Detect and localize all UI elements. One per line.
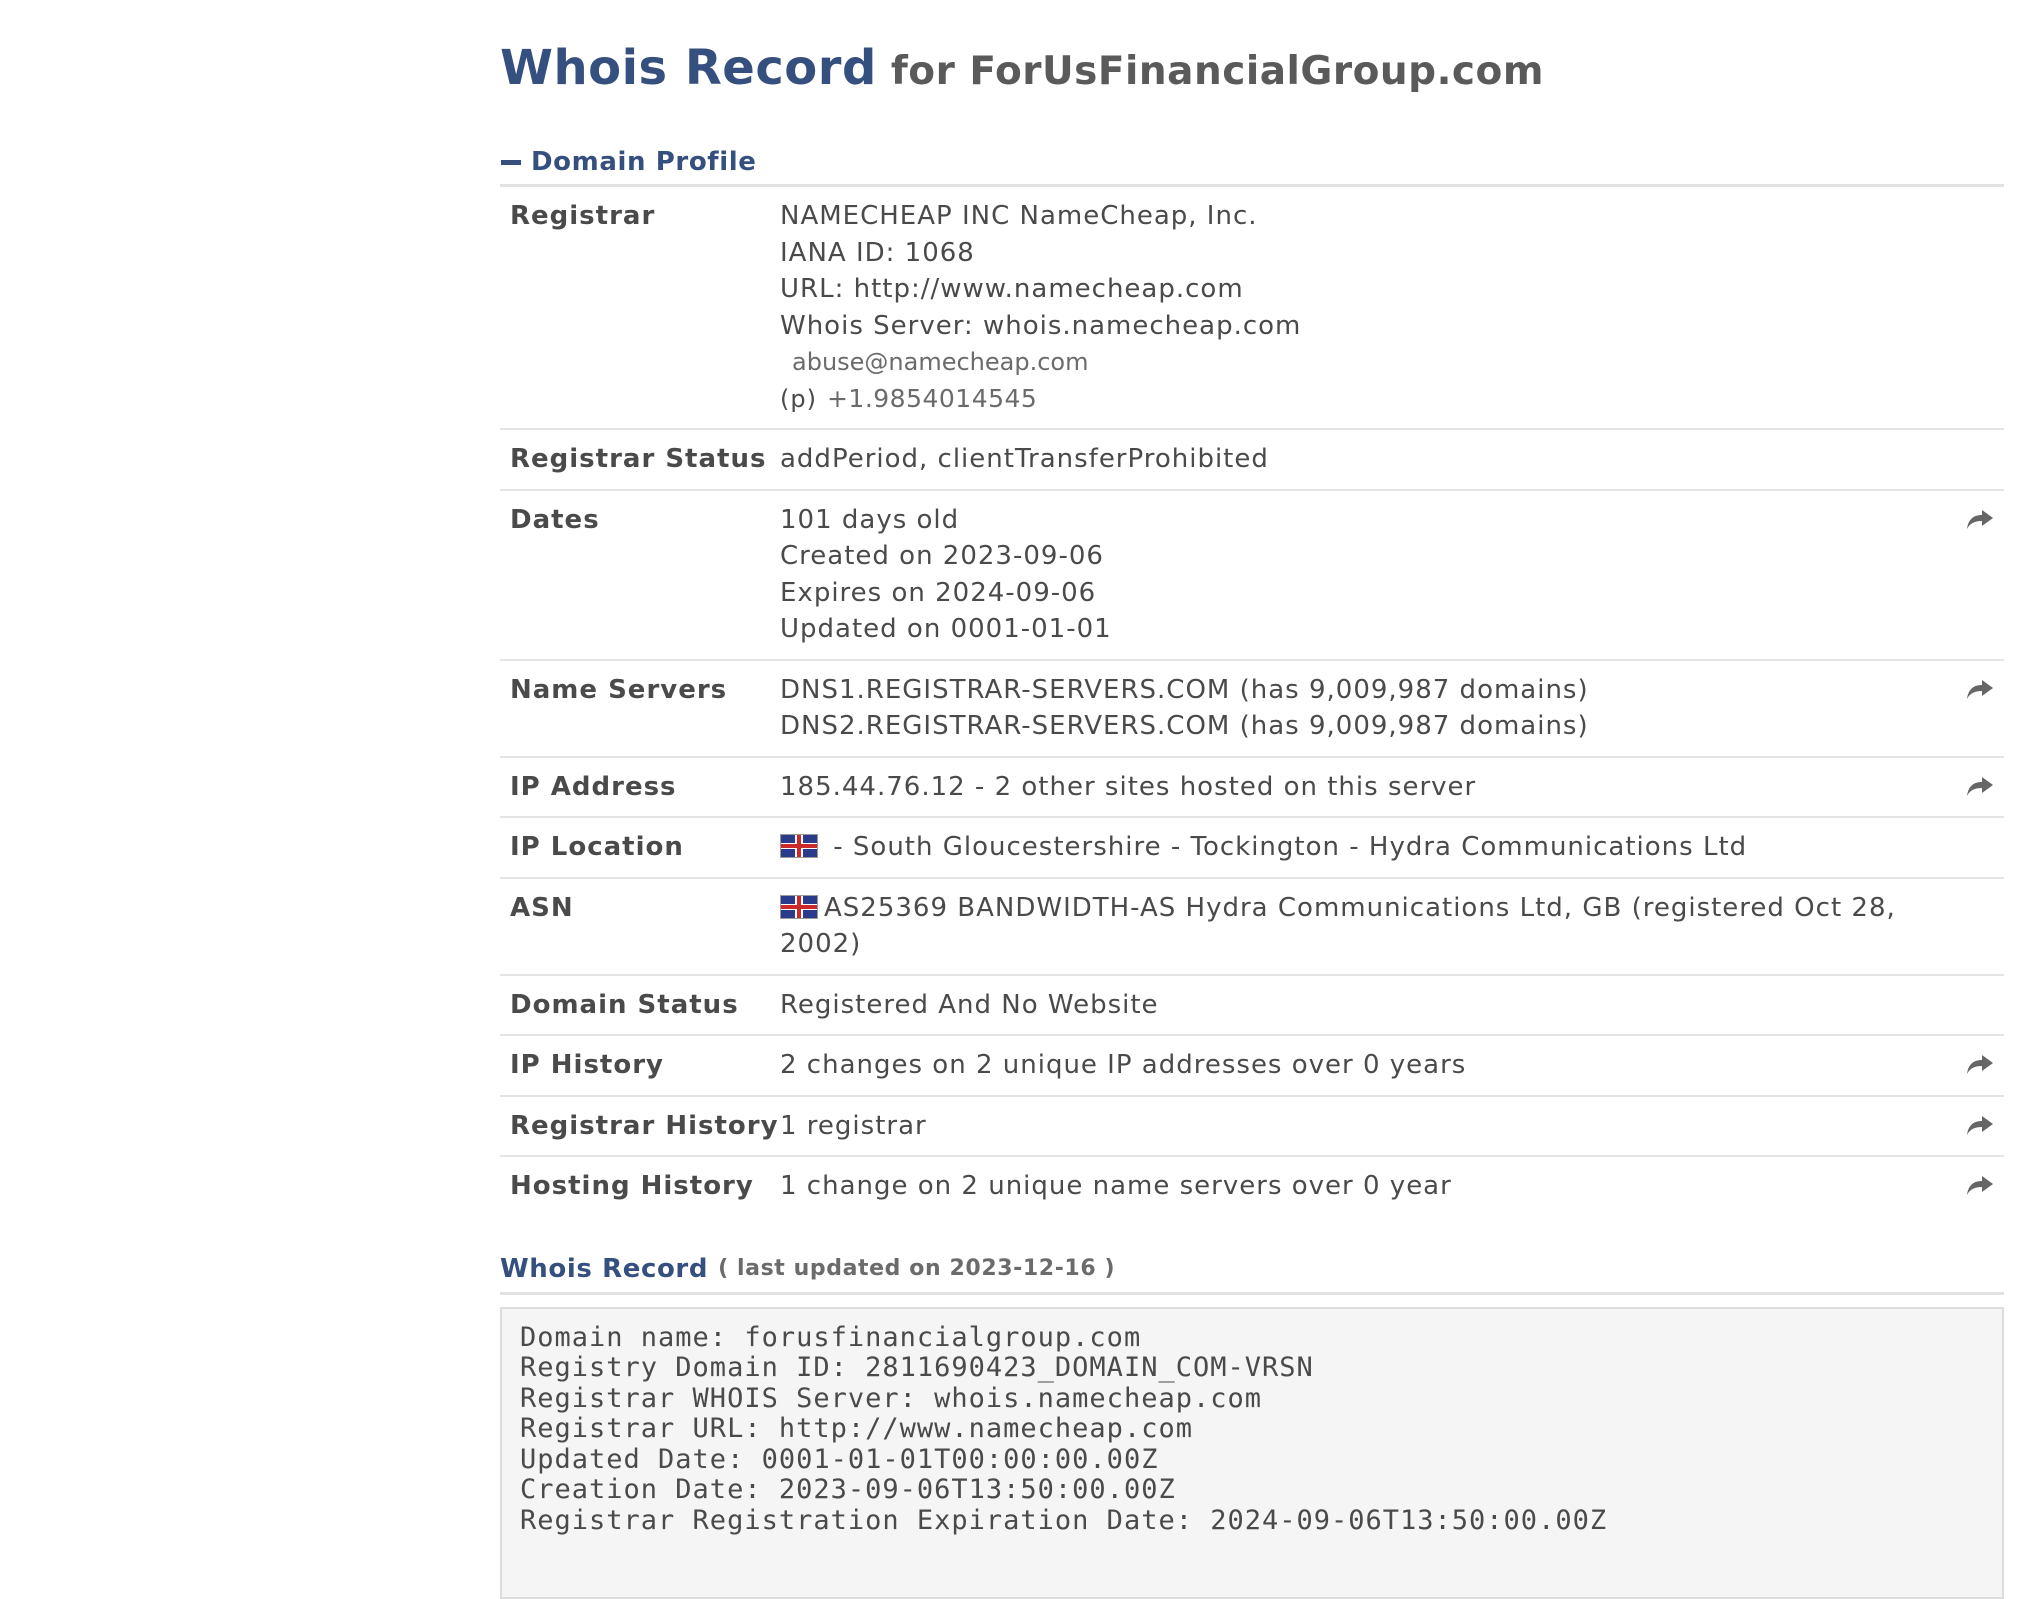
- row-value: AS25369 BANDWIDTH-AS Hydra Communication…: [780, 878, 1934, 975]
- page-title: Whois Record for ForUsFinancialGroup.com: [500, 38, 2004, 102]
- row-label: Registrar: [510, 201, 656, 231]
- row-label: ASN: [510, 892, 574, 923]
- row-label: IP History: [510, 1050, 664, 1080]
- whois-page: Whois Record for ForUsFinancialGroup.com …: [500, 0, 2004, 1599]
- whois-last-updated: ( last updated on 2023-12-16 ): [718, 1256, 1116, 1281]
- row-label: Domain Status: [510, 989, 739, 1020]
- row-label: Registrar History: [510, 1110, 779, 1141]
- row-ip-history: IP History 2 changes on 2 unique IP addr…: [500, 1035, 2004, 1096]
- domain-profile-table: Registrar NAMECHEAP INC NameCheap, Inc. …: [500, 187, 2004, 1216]
- row-domain-status: Domain Status Registered And No Website: [500, 975, 2004, 1035]
- domain-age: 101 days old: [780, 504, 960, 535]
- row-ip-address: IP Address 185.44.76.12 - 2 other sites …: [500, 757, 2004, 817]
- row-value: - South Gloucestershire - Tockington - H…: [780, 817, 1934, 878]
- row-asn: ASN AS25369 BANDWIDTH-AS Hydra Communica…: [500, 878, 2004, 975]
- abuse-phone: +1.9854014545: [826, 383, 1038, 413]
- share-arrow-icon[interactable]: [1966, 1114, 1994, 1136]
- share-arrow-icon[interactable]: [1966, 1053, 1994, 1075]
- row-registrar: Registrar NAMECHEAP INC NameCheap, Inc. …: [500, 187, 2004, 429]
- row-label: IP Address: [510, 771, 677, 802]
- phone-prefix: (p): [780, 384, 817, 413]
- whois-record-header: Whois Record ( last updated on 2023-12-1…: [500, 1246, 2004, 1295]
- registrar-whois-server: Whois Server: whois.namecheap.com: [780, 310, 1302, 341]
- registrar-iana: IANA ID: 1068: [780, 237, 975, 268]
- domain-profile-header: Domain Profile: [531, 147, 757, 177]
- row-name-servers: Name Servers DNS1.REGISTRAR-SERVERS.COM …: [500, 660, 2004, 757]
- page-title-main: Whois Record: [500, 40, 877, 96]
- domain-profile-toggle[interactable]: Domain Profile: [500, 140, 2004, 187]
- row-registrar-status: Registrar Status addPeriod, clientTransf…: [500, 429, 2004, 490]
- row-dates: Dates 101 days old Created on 2023-09-06…: [500, 490, 2004, 660]
- minus-icon: [501, 159, 521, 165]
- share-arrow-icon[interactable]: [1966, 775, 1994, 797]
- abuse-email: abuse@namecheap.com: [792, 348, 1089, 376]
- name-server-1: DNS1.REGISTRAR-SERVERS.COM (has 9,009,98…: [780, 674, 1589, 705]
- share-arrow-icon[interactable]: [1966, 508, 1994, 530]
- expires-date: Expires on 2024-09-06: [780, 577, 1097, 608]
- row-label: Registrar Status: [510, 444, 767, 474]
- registrar-details: NAMECHEAP INC NameCheap, Inc. IANA ID: 1…: [780, 187, 1934, 429]
- name-server-2: DNS2.REGISTRAR-SERVERS.COM (has 9,009,98…: [780, 711, 1589, 741]
- row-hosting-history: Hosting History 1 change on 2 unique nam…: [500, 1156, 2004, 1216]
- row-ip-location: IP Location - South Gloucestershire - To…: [500, 817, 2004, 878]
- row-value: 1 change on 2 unique name servers over 0…: [780, 1171, 1452, 1201]
- uk-flag-icon: [780, 834, 818, 858]
- row-value: 101 days old Created on 2023-09-06 Expir…: [780, 490, 1934, 660]
- raw-whois-text: Domain name: forusfinancialgroup.com Reg…: [500, 1306, 2004, 1599]
- uk-flag-icon: [780, 894, 818, 919]
- asn-text: AS25369 BANDWIDTH-AS Hydra Communication…: [780, 892, 1896, 960]
- row-value: 1 registrar: [780, 1110, 927, 1141]
- updated-date: Updated on 0001-01-01: [780, 614, 1112, 644]
- row-label: Name Servers: [510, 674, 728, 705]
- share-arrow-icon[interactable]: [1966, 678, 1994, 700]
- row-label: Dates: [510, 504, 600, 535]
- row-label: IP Location: [510, 832, 684, 862]
- row-value: 2 changes on 2 unique IP addresses over …: [780, 1050, 1467, 1080]
- whois-record-title: Whois Record: [500, 1253, 709, 1284]
- row-registrar-history: Registrar History 1 registrar: [500, 1096, 2004, 1156]
- row-label: Hosting History: [510, 1171, 754, 1201]
- row-value: 185.44.76.12 - 2 other sites hosted on t…: [780, 771, 1477, 802]
- registrar-name: NAMECHEAP INC NameCheap, Inc.: [780, 201, 1258, 231]
- created-date: Created on 2023-09-06: [780, 541, 1104, 571]
- share-arrow-icon[interactable]: [1966, 1174, 1994, 1196]
- row-value: addPeriod, clientTransferProhibited: [780, 444, 1269, 474]
- row-value: DNS1.REGISTRAR-SERVERS.COM (has 9,009,98…: [780, 660, 1934, 757]
- row-value: Registered And No Website: [780, 989, 1159, 1020]
- page-title-domain: for ForUsFinancialGroup.com: [890, 49, 1544, 94]
- ip-location-text: - South Gloucestershire - Tockington - H…: [824, 832, 1748, 862]
- registrar-url: URL: http://www.namecheap.com: [780, 274, 1244, 304]
